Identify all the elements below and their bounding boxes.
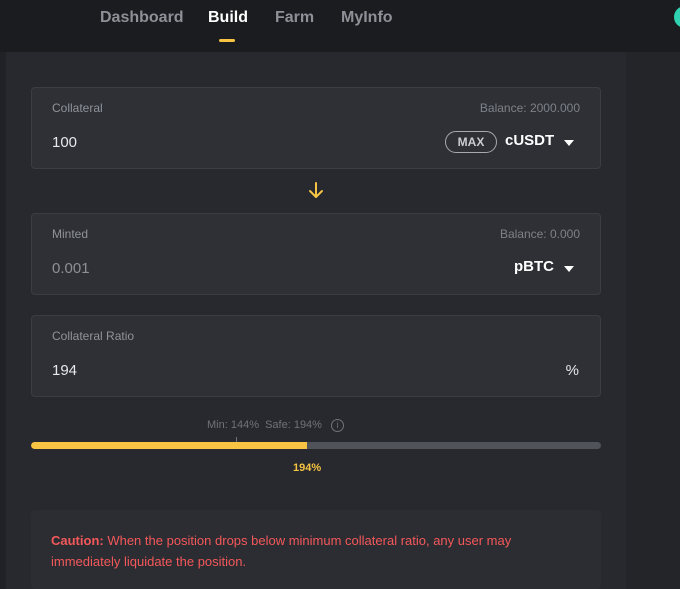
nav-myinfo[interactable]: MyInfo: [341, 9, 393, 27]
collateral-ratio-card: Collateral Ratio 194 %: [31, 315, 601, 397]
collateral-ratio-input[interactable]: 194: [52, 362, 77, 379]
minted-card: Minted Balance: 0.000 0.001 pBTC: [31, 213, 601, 295]
nav-build[interactable]: Build: [208, 9, 248, 27]
ratio-thresholds: Min: 144% Safe: 194%: [207, 419, 322, 431]
collateral-token-select[interactable]: cUSDT: [505, 132, 554, 149]
collateral-amount-input[interactable]: 100: [52, 134, 77, 151]
caution-message: Caution: When the position drops below m…: [51, 530, 581, 572]
collateral-card: Collateral Balance: 2000.000 100 MAX cUS…: [31, 87, 601, 169]
caution-prefix: Caution:: [51, 533, 104, 548]
caution-box: Caution: When the position drops below m…: [31, 510, 601, 589]
minted-amount-input[interactable]: 0.001: [52, 260, 90, 277]
collateral-label: Collateral: [52, 101, 103, 115]
caution-body: When the position drops below minimum co…: [51, 533, 512, 569]
chevron-down-icon[interactable]: [564, 140, 574, 146]
active-tab-indicator: [219, 39, 235, 42]
top-navigation: Dashboard Build Farm MyInfo: [0, 0, 680, 52]
ratio-progress-fill: [31, 442, 308, 449]
minted-balance: Balance: 0.000: [499, 227, 580, 241]
right-background: [626, 52, 680, 589]
profile-avatar[interactable]: [674, 6, 680, 28]
max-button[interactable]: MAX: [445, 131, 497, 153]
ratio-progress-bar: [31, 442, 601, 449]
chevron-down-icon[interactable]: [564, 266, 574, 272]
minted-token-select[interactable]: pBTC: [514, 258, 554, 275]
collateral-ratio-label: Collateral Ratio: [52, 329, 135, 343]
percent-unit: %: [565, 362, 579, 379]
info-icon[interactable]: i: [331, 419, 344, 432]
collateral-balance: Balance: 2000.000: [479, 101, 580, 115]
arrow-down-icon: [309, 182, 323, 198]
nav-dashboard[interactable]: Dashboard: [100, 9, 184, 27]
minted-label: Minted: [52, 227, 89, 241]
ratio-progress-label: 194%: [293, 462, 322, 474]
nav-farm[interactable]: Farm: [275, 9, 314, 27]
